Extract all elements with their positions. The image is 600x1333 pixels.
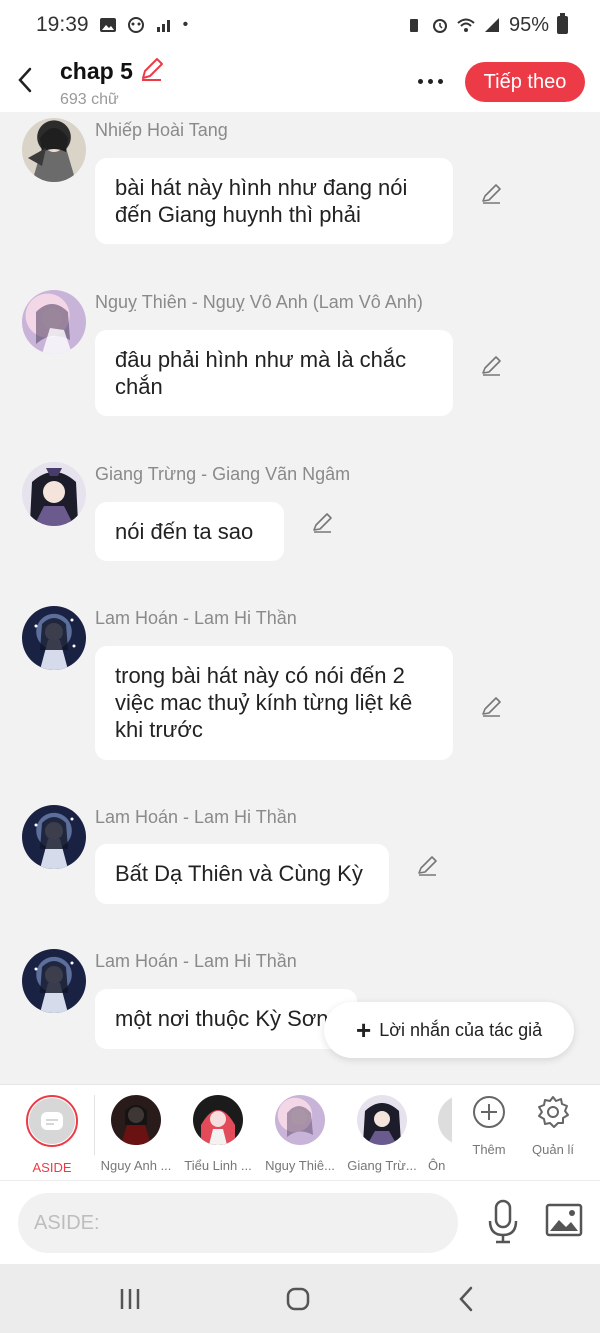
add-circle-icon: [473, 1096, 505, 1128]
battery-saver-icon: [409, 19, 418, 32]
signal-notification-icon: [156, 20, 170, 32]
character-label: Ôn: [428, 1158, 446, 1173]
character-item[interactable]: Nguy Thiê...: [258, 1095, 342, 1173]
alarm-icon: [432, 19, 447, 33]
battery-icon: [557, 13, 568, 34]
dot-notification-icon: •: [182, 16, 189, 33]
word-count: 693 chữ: [60, 91, 119, 108]
message-bubble[interactable]: trong bài hát này có nói đến 2 việc mac …: [95, 646, 453, 760]
sender-name: Lam Hoán - Lam Hi Thần: [95, 951, 297, 971]
battery-percent: 95%: [508, 13, 549, 36]
character-avatar: [275, 1095, 325, 1145]
message-input[interactable]: [18, 1193, 458, 1253]
character-strip: ASIDE Nguy Anh ... Tiểu Linh ... Nguy Th…: [0, 1084, 600, 1180]
message-bubble[interactable]: nói đến ta sao: [95, 502, 284, 561]
home-button[interactable]: [278, 1284, 318, 1314]
microphone-button[interactable]: [486, 1199, 520, 1245]
edit-message-icon[interactable]: [480, 182, 504, 206]
more-options-button[interactable]: [410, 66, 450, 96]
character-aside[interactable]: ASIDE: [10, 1095, 94, 1175]
status-time: 19:39: [36, 13, 89, 36]
next-button[interactable]: Tiếp theo: [465, 62, 585, 102]
avatar[interactable]: [22, 462, 86, 526]
character-item[interactable]: Giang Trừ...: [340, 1095, 424, 1173]
title-block: chap 5 693 chữ: [60, 56, 165, 109]
pencil-icon: [141, 58, 163, 81]
microphone-icon: [488, 1199, 518, 1244]
sender-name: Lam Hoán - Lam Hi Thần: [95, 608, 297, 628]
add-character-button[interactable]: Thêm: [459, 1095, 519, 1157]
image-icon: [545, 1203, 583, 1237]
aside-avatar: [26, 1095, 78, 1147]
image-button[interactable]: [545, 1203, 583, 1239]
character-label: Tiểu Linh ...: [184, 1158, 252, 1173]
character-avatar: [357, 1095, 407, 1145]
chat-bubble-icon: [41, 1112, 63, 1130]
edit-message-icon[interactable]: [416, 854, 440, 878]
sender-name: Nhiếp Hoài Tang: [95, 120, 228, 140]
header: chap 5 693 chữ Tiếp theo: [0, 50, 600, 112]
manage-button[interactable]: Quản lí: [523, 1095, 583, 1157]
gear-icon: [538, 1096, 569, 1128]
message-bubble[interactable]: Bất Dạ Thiên và Cùng Kỳ: [95, 844, 389, 904]
author-note-button[interactable]: + Lời nhắn của tác giả: [324, 1002, 574, 1058]
add-label: Thêm: [472, 1142, 506, 1157]
avatar[interactable]: [22, 290, 86, 354]
avatar[interactable]: [22, 606, 86, 670]
character-label: Giang Trừ...: [347, 1158, 417, 1173]
more-icon: [417, 78, 423, 84]
edit-title-button[interactable]: [139, 56, 165, 87]
plus-icon: +: [356, 1015, 372, 1045]
character-avatar: [438, 1095, 452, 1145]
character-item[interactable]: Tiểu Linh ...: [176, 1095, 260, 1173]
wifi-icon: [457, 18, 475, 32]
character-label: ASIDE: [32, 1160, 72, 1175]
gallery-notification-icon: [99, 18, 116, 32]
avatar[interactable]: [22, 118, 86, 182]
system-nav-bar: [0, 1264, 600, 1333]
chevron-left-icon: [18, 67, 32, 93]
edit-message-icon[interactable]: [311, 511, 335, 535]
character-label: Nguy Anh ...: [100, 1158, 172, 1173]
author-note-label: Lời nhắn của tác giả: [379, 1019, 543, 1040]
recent-apps-icon: [120, 1289, 140, 1309]
sender-name: Giang Trừng - Giang Vãn Ngâm: [95, 464, 351, 484]
chapter-title: chap 5: [60, 58, 133, 84]
back-button[interactable]: [10, 62, 40, 98]
character-item[interactable]: Ôn: [422, 1095, 452, 1173]
message-bubble[interactable]: đâu phải hình như mà là chắc chắn: [95, 330, 453, 416]
sender-name: Nguỵ Thiên - Nguỵ Vô Anh (Lam Vô Anh): [95, 292, 423, 312]
recent-apps-button[interactable]: [110, 1284, 150, 1314]
character-item[interactable]: Nguy Anh ...: [94, 1095, 178, 1173]
nav-back-button[interactable]: [446, 1284, 486, 1314]
cell-signal-icon: [484, 18, 499, 32]
avatar[interactable]: [22, 949, 86, 1013]
character-avatar: [193, 1095, 243, 1145]
status-bar: 19:39 • 95%: [0, 0, 600, 50]
app-notification-icon: [127, 17, 144, 33]
back-arrow-icon: [459, 1286, 473, 1312]
edit-message-icon[interactable]: [480, 695, 504, 719]
chat-list: Nhiếp Hoài Tang bài hát này hình như đan…: [0, 112, 600, 1084]
character-label: Nguy Thiê...: [265, 1158, 335, 1173]
input-bar: [0, 1180, 600, 1264]
avatar[interactable]: [22, 805, 86, 869]
sender-name: Lam Hoán - Lam Hi Thần: [95, 807, 297, 827]
manage-label: Quản lí: [532, 1142, 574, 1157]
message-bubble[interactable]: bài hát này hình như đang nói đến Giang …: [95, 158, 453, 244]
edit-message-icon[interactable]: [480, 354, 504, 378]
character-avatar: [111, 1095, 161, 1145]
home-icon: [286, 1287, 310, 1311]
message-bubble[interactable]: một nơi thuộc Kỳ Sơn: [95, 989, 357, 1049]
